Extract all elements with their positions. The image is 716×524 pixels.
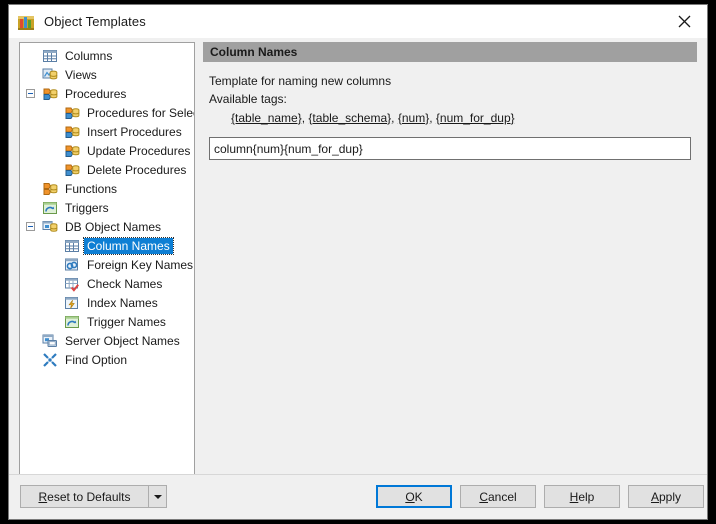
reset-to-defaults-button[interactable]: Reset to Defaults bbox=[20, 485, 149, 508]
tree-item-label: Procedures bbox=[65, 86, 127, 101]
cancel-button[interactable]: Cancel bbox=[460, 485, 536, 508]
panel-title: Column Names bbox=[203, 42, 697, 62]
reset-accel: R bbox=[38, 489, 48, 504]
help-button[interactable]: Help bbox=[544, 485, 620, 508]
template-tag-link[interactable]: {num} bbox=[398, 111, 429, 125]
reset-dropdown-arrow-icon[interactable] bbox=[148, 485, 167, 508]
tree-collapse-toggle[interactable] bbox=[26, 89, 35, 98]
view-icon bbox=[42, 67, 58, 83]
trigger-icon bbox=[64, 314, 80, 330]
tree-item-update-procedures[interactable]: Update Procedures bbox=[20, 141, 194, 160]
template-tag-link[interactable]: {table_schema} bbox=[308, 111, 391, 125]
tree-item-delete-procedures[interactable]: Delete Procedures bbox=[20, 160, 194, 179]
index-icon bbox=[64, 295, 80, 311]
tree-item-find-option[interactable]: Find Option bbox=[20, 350, 194, 369]
template-input[interactable] bbox=[209, 137, 691, 160]
ok-button[interactable]: OK bbox=[376, 485, 452, 508]
trigger-icon bbox=[42, 200, 58, 216]
procedure-icon bbox=[64, 124, 80, 140]
server-object-icon bbox=[42, 333, 58, 349]
dialog-body: Columns Views Procedures Procedures for Sel… bbox=[9, 38, 707, 476]
tree-item-functions[interactable]: Functions bbox=[20, 179, 194, 198]
tree-item-triggers[interactable]: Triggers bbox=[20, 198, 194, 217]
template-tag-link[interactable]: {num_for_dup} bbox=[436, 111, 515, 125]
tree-item-index-names[interactable]: Index Names bbox=[20, 293, 194, 312]
tree-item-column-names[interactable]: Column Names bbox=[20, 236, 194, 255]
tree-collapse-toggle[interactable] bbox=[26, 222, 35, 231]
tree-item-label: Triggers bbox=[65, 200, 109, 215]
find-option-icon bbox=[42, 352, 58, 368]
procedure-icon bbox=[42, 86, 58, 102]
procedure-icon bbox=[64, 162, 80, 178]
tree-item-insert-procedures[interactable]: Insert Procedures bbox=[20, 122, 194, 141]
tree-item-label: DB Object Names bbox=[65, 219, 162, 234]
title-bar: Object Templates bbox=[9, 5, 707, 38]
tree-item-label: Column Names bbox=[83, 236, 174, 255]
tree-item-label: Insert Procedures bbox=[87, 124, 182, 139]
tree-item-label: Delete Procedures bbox=[87, 162, 187, 177]
reset-label: eset to Defaults bbox=[47, 489, 131, 504]
window-title: Object Templates bbox=[44, 14, 146, 29]
table-icon bbox=[42, 48, 58, 64]
cancel-accel: C bbox=[479, 489, 488, 504]
apply-label: pply bbox=[659, 489, 682, 504]
tree-item-trigger-names[interactable]: Trigger Names bbox=[20, 312, 194, 331]
template-tag-link[interactable]: {table_name} bbox=[231, 111, 302, 125]
tag-separator: , bbox=[391, 111, 395, 125]
tree-item-label: Trigger Names bbox=[87, 314, 166, 329]
tree-item-label: Procedures for Select bbox=[87, 105, 195, 120]
panel-content: Template for naming new columns Availabl… bbox=[203, 62, 697, 160]
tree-item-procedures[interactable]: Procedures bbox=[20, 84, 194, 103]
ok-label: K bbox=[414, 489, 423, 504]
procedure-icon bbox=[64, 105, 80, 121]
procedure-icon bbox=[64, 143, 80, 159]
dialog-footer: Reset to Defaults OK Cancel Help Apply bbox=[9, 474, 707, 519]
tag-separator: , bbox=[429, 111, 433, 125]
tree-item-label: Functions bbox=[65, 181, 118, 196]
apply-button[interactable]: Apply bbox=[628, 485, 704, 508]
tree-item-label: Foreign Key Names bbox=[87, 257, 194, 272]
tree-item-views[interactable]: Views bbox=[20, 65, 194, 84]
tree-item-label: Views bbox=[65, 67, 97, 82]
tree-item-server-object-names[interactable]: Server Object Names bbox=[20, 331, 194, 350]
apply-accel: A bbox=[650, 489, 659, 504]
tree-item-foreign-key-names[interactable]: Foreign Key Names bbox=[20, 255, 194, 274]
tree-item-procedures-for-select[interactable]: Procedures for Select bbox=[20, 103, 194, 122]
templates-tree-panel[interactable]: Columns Views Procedures Procedures for Sel… bbox=[19, 42, 195, 476]
available-tags-label: Available tags: bbox=[209, 92, 287, 106]
foreign-key-icon bbox=[64, 257, 80, 273]
ok-accel: O bbox=[405, 489, 415, 504]
tree-item-db-object-names[interactable]: DB Object Names bbox=[20, 217, 194, 236]
function-icon bbox=[42, 181, 58, 197]
object-templates-dialog: Object Templates Columns Views Procedures P… bbox=[8, 4, 708, 520]
table-icon bbox=[64, 238, 80, 254]
tree-item-label: Check Names bbox=[87, 276, 163, 291]
available-tags-list: {table_name}, {table_schema}, {num}, {nu… bbox=[209, 110, 691, 126]
tree-item-label: Columns bbox=[65, 48, 113, 63]
templates-tree: Columns Views Procedures Procedures for Sel… bbox=[20, 43, 194, 369]
template-detail-panel: Column Names Template for naming new col… bbox=[203, 42, 697, 476]
tree-item-label: Find Option bbox=[65, 352, 128, 367]
cancel-label: ancel bbox=[487, 489, 517, 504]
close-icon[interactable] bbox=[662, 5, 707, 38]
db-object-icon bbox=[42, 219, 58, 235]
tree-item-label: Update Procedures bbox=[87, 143, 191, 158]
check-icon bbox=[64, 276, 80, 292]
template-description: Template for naming new columns bbox=[209, 74, 392, 88]
object-templates-icon bbox=[17, 13, 35, 31]
tag-separator: , bbox=[301, 111, 306, 125]
help-label: elp bbox=[578, 489, 595, 504]
tree-item-label: Server Object Names bbox=[65, 333, 180, 348]
tree-item-columns[interactable]: Columns bbox=[20, 46, 194, 65]
tree-item-check-names[interactable]: Check Names bbox=[20, 274, 194, 293]
tree-item-label: Index Names bbox=[87, 295, 158, 310]
